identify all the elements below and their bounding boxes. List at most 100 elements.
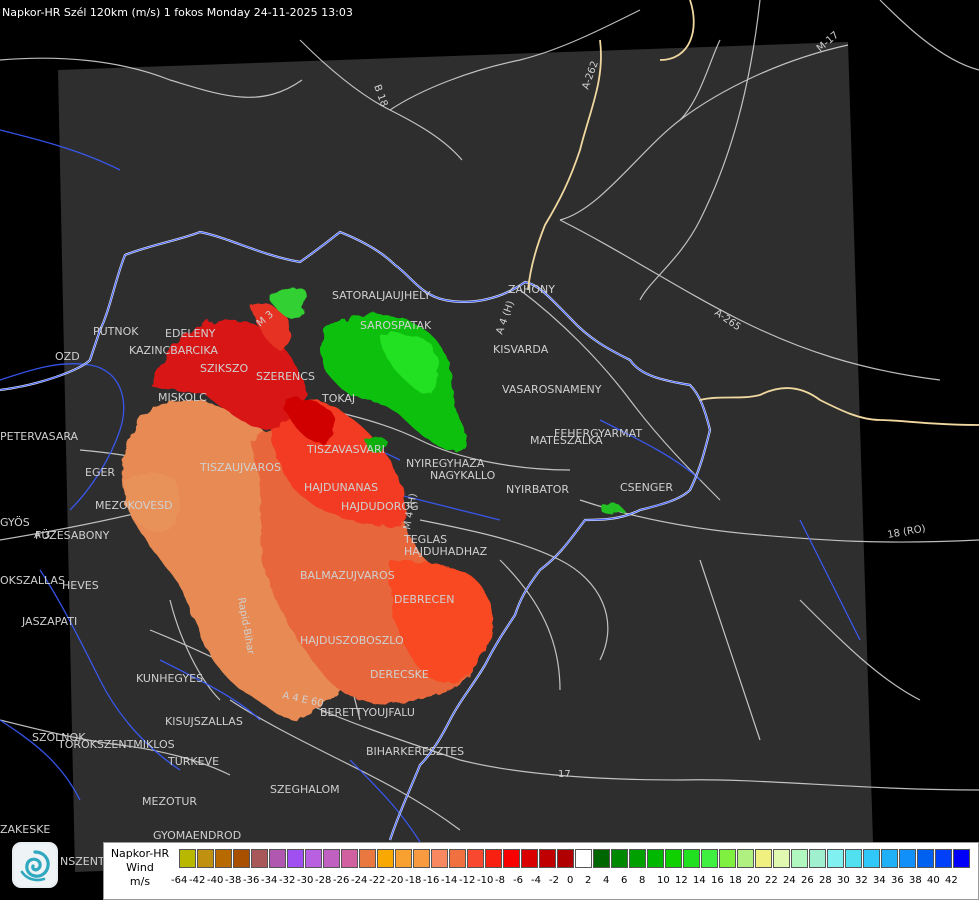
town-label-kisvarda: KISVARDA bbox=[493, 343, 549, 356]
town-label-mezotur: MEZOTUR bbox=[142, 795, 197, 808]
legend-tick: -12 bbox=[459, 875, 476, 886]
legend-swatch bbox=[953, 849, 970, 868]
town-label-biharkeresztes: BIHARKERESZTES bbox=[366, 745, 464, 758]
legend-tick: -36 bbox=[243, 875, 260, 886]
legend-swatch bbox=[413, 849, 430, 868]
town-label-zahony: ZAHONY bbox=[508, 283, 555, 296]
town-label-edeleny: EDELENY bbox=[165, 327, 216, 340]
town-label-satoraljaujhely: SATORALJAUJHELY bbox=[332, 289, 431, 302]
legend-swatch bbox=[827, 849, 844, 868]
legend-swatch bbox=[377, 849, 394, 868]
radar-map[interactable]: SATORALJAUJHELY SAROSPATAK ZAHONY KISVARDA V… bbox=[0, 0, 979, 900]
legend-tick: 36 bbox=[891, 875, 904, 886]
town-label-tokaj: TOKAJ bbox=[321, 392, 355, 405]
legend-tick: 24 bbox=[783, 875, 796, 886]
legend-swatch bbox=[485, 849, 502, 868]
legend-swatch bbox=[809, 849, 826, 868]
legend-swatch bbox=[863, 849, 880, 868]
town-label-gyongyos: GYÖS bbox=[0, 516, 30, 529]
legend-swatch bbox=[575, 849, 592, 868]
town-label-petervasara: PETERVASARA bbox=[0, 430, 79, 443]
legend-swatch bbox=[251, 849, 268, 868]
legend-ticks: -64 -42 -40 -38 -36 -34 -32 -30 -28 -26 -24 -22 -20-… bbox=[171, 875, 971, 891]
town-label-nagykallo: NAGYKALLO bbox=[430, 469, 496, 482]
legend-swatch bbox=[881, 849, 898, 868]
legend-tick: 6 bbox=[621, 875, 628, 886]
town-label-putnok: PUTNOK bbox=[93, 325, 139, 338]
town-label-hajdunanas: HAJDUNANAS bbox=[304, 481, 378, 494]
legend-swatch bbox=[719, 849, 736, 868]
legend-swatch bbox=[629, 849, 646, 868]
legend-tick: -26 bbox=[333, 875, 350, 886]
legend-tick: -32 bbox=[279, 875, 296, 886]
legend-swatch bbox=[431, 849, 448, 868]
legend-tick: -8 bbox=[495, 875, 505, 886]
legend-swatch bbox=[701, 849, 718, 868]
town-label-kecskemet: ZAKESKE bbox=[0, 823, 50, 836]
legend-swatch bbox=[233, 849, 250, 868]
town-label-hajduhadhaz: HAJDUHADHAZ bbox=[404, 545, 488, 558]
legend-swatch bbox=[593, 849, 610, 868]
legend-tick: 28 bbox=[819, 875, 832, 886]
legend-swatch bbox=[323, 849, 340, 868]
legend-swatch bbox=[845, 849, 862, 868]
town-label-berettyoujfalu: BERETTYOUJFALU bbox=[320, 706, 415, 719]
legend-tick: 12 bbox=[675, 875, 688, 886]
legend-swatches bbox=[179, 849, 971, 869]
town-label-debrecen: DEBRECEN bbox=[394, 593, 454, 606]
legend-tick: -6 bbox=[513, 875, 523, 886]
legend-tick: 40 bbox=[927, 875, 940, 886]
legend-swatch bbox=[899, 849, 916, 868]
legend-swatch bbox=[611, 849, 628, 868]
town-label-nyirbator: NYIRBATOR bbox=[506, 483, 569, 496]
town-label-csenger: CSENGER bbox=[620, 481, 673, 494]
legend-tick: 14 bbox=[693, 875, 706, 886]
legend-title: Napkor-HR Wind m/s bbox=[104, 847, 176, 889]
legend-swatch bbox=[755, 849, 772, 868]
legend-swatch bbox=[647, 849, 664, 868]
legend-swatch bbox=[179, 849, 196, 868]
town-label-tiszavasvari: TISZAVASVARI bbox=[306, 443, 385, 456]
legend-swatch bbox=[215, 849, 232, 868]
legend-swatch bbox=[467, 849, 484, 868]
legend-tick: -38 bbox=[225, 875, 242, 886]
legend-title-line: m/s bbox=[129, 875, 151, 888]
legend-swatch bbox=[539, 849, 556, 868]
town-label-tiszaujvaros: TISZAUJVAROS bbox=[199, 461, 281, 474]
town-label-miskolc: MISKOLC bbox=[158, 391, 207, 404]
legend-swatch bbox=[917, 849, 934, 868]
town-label-hajduszoboszlo: HAJDUSZOBOSZLO bbox=[300, 634, 404, 647]
legend-swatch bbox=[521, 849, 538, 868]
town-label-derecske: DERECSKE bbox=[370, 668, 429, 681]
legend-swatch bbox=[197, 849, 214, 868]
legend-swatch bbox=[737, 849, 754, 868]
legend-tick: -40 bbox=[207, 875, 224, 886]
legend-title-line: Napkor-HR bbox=[110, 847, 170, 860]
legend-tick: 34 bbox=[873, 875, 886, 886]
town-label-torokszentmiklos: TOROKSZENTMIKLOS bbox=[57, 738, 175, 751]
legend-swatch bbox=[665, 849, 682, 868]
legend-tick: 2 bbox=[585, 875, 592, 886]
legend-tick: 18 bbox=[729, 875, 742, 886]
legend-tick: 16 bbox=[711, 875, 724, 886]
legend-swatch bbox=[503, 849, 520, 868]
legend-tick: 10 bbox=[657, 875, 670, 886]
legend-tick: -10 bbox=[477, 875, 494, 886]
town-label-balmazujvaros: BALMAZUJVAROS bbox=[300, 569, 395, 582]
legend-swatch bbox=[935, 849, 952, 868]
legend-swatch bbox=[341, 849, 358, 868]
legend-tick: -16 bbox=[423, 875, 440, 886]
town-label-kunhegyes: KUNHEGYES bbox=[136, 672, 203, 685]
road-label-r17: 17 bbox=[558, 769, 571, 780]
map-title: Napkor-HR Szél 120km (m/s) 1 fokos Monda… bbox=[2, 6, 353, 19]
town-label-turkeve: TURKEVE bbox=[167, 755, 219, 768]
town-label-gyomaendrod: GYOMAENDROD bbox=[153, 829, 241, 842]
legend-tick: 4 bbox=[603, 875, 610, 886]
legend-tick: 20 bbox=[747, 875, 760, 886]
town-label-mateszalka: MATESZALKA bbox=[530, 434, 603, 447]
legend-tick: -42 bbox=[189, 875, 206, 886]
legend-swatch bbox=[557, 849, 574, 868]
town-label-mezokovesd: MEZOKOVESD bbox=[95, 499, 173, 512]
legend-tick: -34 bbox=[261, 875, 278, 886]
legend-swatch bbox=[305, 849, 322, 868]
